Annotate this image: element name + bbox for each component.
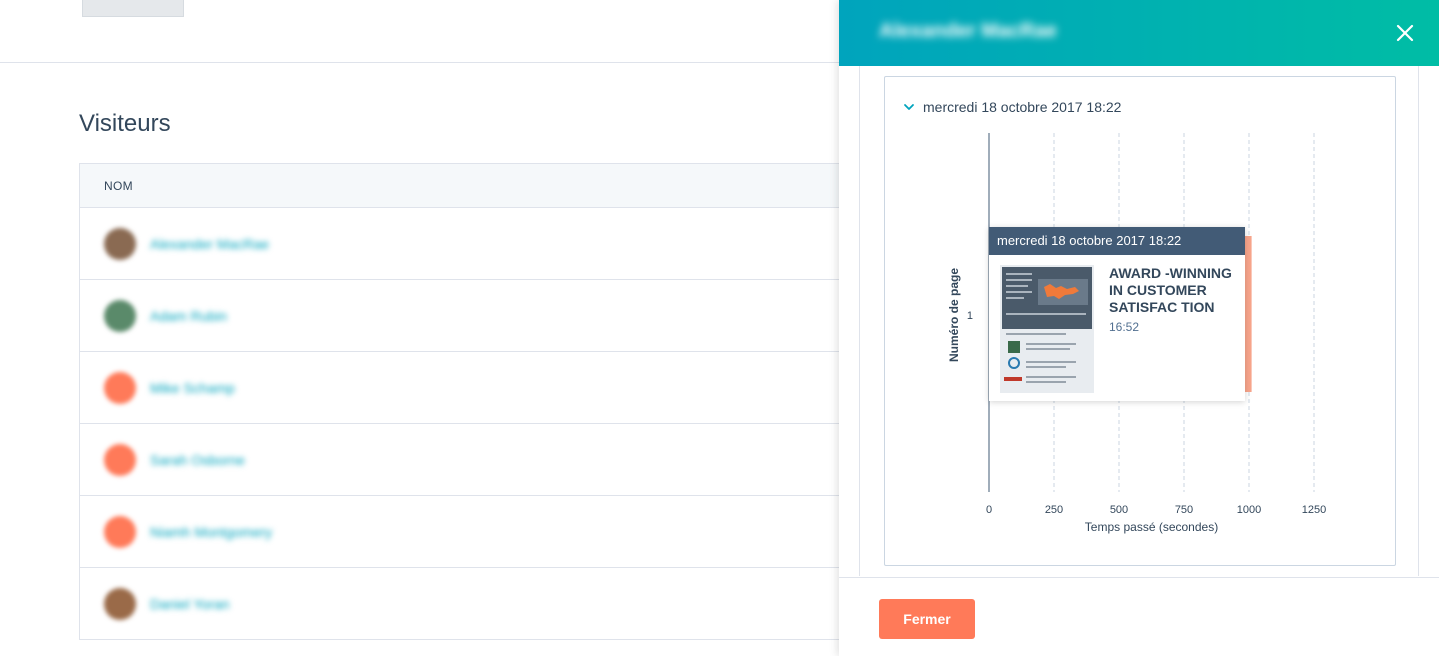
table-row[interactable]: Alexander MacRae	[80, 208, 849, 280]
table-row[interactable]: Sarah Osborne	[80, 424, 849, 496]
tooltip-time: 16:52	[1109, 320, 1140, 334]
x-tick-label: 250	[1045, 504, 1063, 516]
table-row[interactable]: Adam Rubin	[80, 280, 849, 352]
avatar	[104, 515, 136, 548]
x-tick-label: 1000	[1237, 504, 1261, 516]
tooltip-date: mercredi 18 octobre 2017 18:22	[989, 227, 1245, 255]
page-thumbnail	[1000, 265, 1094, 393]
column-header-name[interactable]: NOM	[80, 164, 849, 208]
panel-footer: Fermer	[839, 577, 1439, 656]
panel-body: mercredi 18 octobre 2017 18:22 0 250 500 75…	[859, 66, 1419, 576]
table-row[interactable]: Daniel Yoran	[80, 568, 849, 640]
x-tick-label: 500	[1110, 504, 1128, 516]
x-tick-label: 1250	[1302, 504, 1326, 516]
panel-title: Alexander MacRae	[879, 20, 1057, 42]
section-title: Visiteurs	[79, 110, 171, 137]
visitor-name-link[interactable]: Niamh Montgomery	[150, 524, 272, 540]
visitor-name-link[interactable]: Alexander MacRae	[150, 236, 269, 252]
y-tick-label: 1	[967, 310, 973, 322]
avatar	[104, 227, 136, 260]
x-axis-title: Temps passé (secondes)	[1085, 520, 1218, 534]
y-axis-title: Numéro de page	[947, 268, 961, 362]
visitor-name-link[interactable]: Sarah Osborne	[150, 452, 245, 468]
close-button[interactable]: Fermer	[879, 599, 975, 639]
close-icon[interactable]	[1391, 19, 1419, 47]
avatar	[104, 371, 136, 404]
visitor-name-link[interactable]: Adam Rubin	[150, 308, 227, 324]
avatar	[104, 443, 136, 476]
session-card: mercredi 18 octobre 2017 18:22 0 250 500 75…	[884, 76, 1396, 566]
tooltip-page-title: AWARD -WINNING IN CUSTOMER SATISFAC TION	[1109, 265, 1232, 315]
avatar	[104, 587, 136, 620]
table-row[interactable]: Niamh Montgomery	[80, 496, 849, 568]
visitor-detail-panel: Alexander MacRae mercredi 18 octobre 201…	[839, 0, 1439, 656]
visitors-table: NOM Alexander MacRae Adam Rubin Mike Sch…	[79, 163, 849, 640]
chart-tooltip: mercredi 18 octobre 2017 18:22 AWARD -WI…	[989, 227, 1245, 401]
x-tick-label: 750	[1175, 504, 1193, 516]
x-tick-label: 0	[986, 504, 992, 516]
avatar	[104, 299, 136, 332]
table-row[interactable]: Mike Schamp	[80, 352, 849, 424]
divider	[0, 62, 840, 63]
panel-header: Alexander MacRae	[839, 0, 1439, 66]
page-thumbnail-image	[1000, 265, 1094, 393]
visitor-name-link[interactable]: Mike Schamp	[150, 380, 235, 396]
visitor-name-link[interactable]: Daniel Yoran	[150, 596, 229, 612]
header-image	[82, 0, 184, 17]
